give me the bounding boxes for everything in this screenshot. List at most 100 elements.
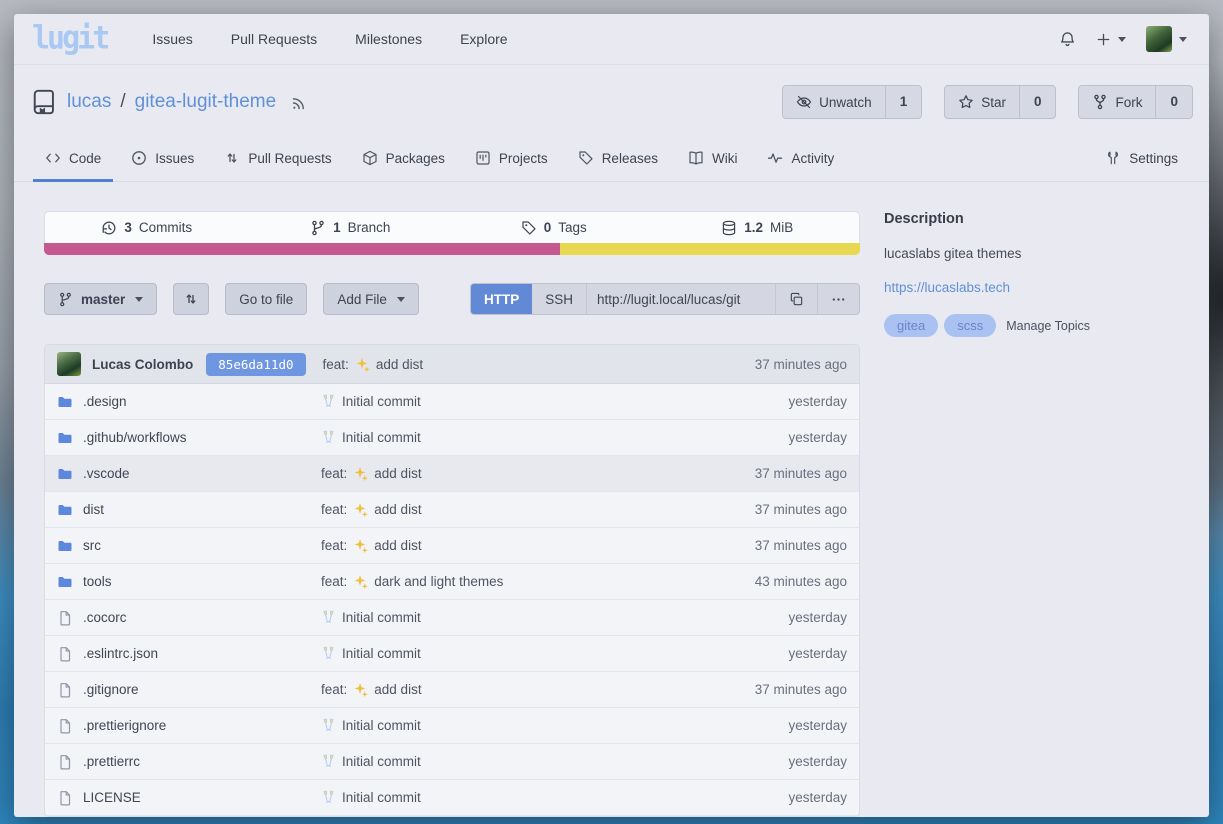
file-commit-message[interactable]: Initial commit [321,754,421,769]
code-icon [45,150,61,166]
copy-url-button[interactable] [775,284,817,314]
commit-message-prefix: feat: [321,466,347,481]
file-name-link[interactable]: .vscode [83,466,321,481]
watch-count[interactable]: 1 [886,86,922,118]
tab-projects[interactable]: Projects [460,135,563,181]
history-icon [101,220,117,236]
folder-icon [57,502,73,518]
file-commit-message[interactable]: Initial commit [321,790,421,805]
nav-item-pull-requests[interactable]: Pull Requests [212,31,336,47]
nav-item-explore[interactable]: Explore [441,31,526,47]
repo-sidebar: Description lucaslabs gitea themes https… [884,211,1193,817]
file-name-link[interactable]: .prettierrc [83,754,321,769]
file-name-link[interactable]: src [83,538,321,553]
fork-button[interactable]: Fork 0 [1078,85,1193,119]
file-commit-time: 37 minutes ago [755,466,847,481]
commit-author-avatar[interactable] [57,352,81,376]
add-file-label: Add File [337,292,387,307]
clone-more-button[interactable] [817,284,859,314]
file-commit-time: 37 minutes ago [755,538,847,553]
commit-message[interactable]: feat: add dist [323,357,424,372]
file-name-link[interactable]: tools [83,574,321,589]
create-new-button[interactable] [1090,26,1132,53]
clone-http-button[interactable]: HTTP [471,284,532,314]
language-segment[interactable] [560,243,860,255]
repo-toolbar: master Go to file Add File HTTP [44,283,860,315]
commit-message-text: add dist [374,466,421,481]
star-button[interactable]: Star 0 [944,85,1056,119]
file-name-link[interactable]: .cocorc [83,610,321,625]
repo-owner-link[interactable]: lucas [67,91,111,113]
commit-hash-badge[interactable]: 85e6da11d0 [206,353,305,376]
file-commit-message[interactable]: Initial commit [321,646,421,661]
file-name-link[interactable]: .prettierignore [83,718,321,733]
stat-branches[interactable]: 1 Branch [249,220,453,236]
branch-selector[interactable]: master [44,283,157,315]
file-table: Lucas Colombo 85e6da11d0 feat: add dist … [44,344,860,817]
file-name-link[interactable]: .github/workflows [83,430,321,445]
file-commit-message[interactable]: feat: add dist [321,466,422,481]
compare-button[interactable] [173,283,209,315]
stat-size[interactable]: 1.2 MiB [656,220,860,236]
star-label: Star [981,95,1006,110]
tab-releases[interactable]: Releases [563,135,673,181]
fork-count[interactable]: 0 [1156,86,1192,118]
stat-commits[interactable]: 3 Commits [45,220,249,236]
user-menu-button[interactable] [1140,20,1193,58]
file-commit-message[interactable]: feat: add dist [321,538,422,553]
file-commit-time: yesterday [788,430,847,445]
file-commit-message[interactable]: feat: add dist [321,502,422,517]
file-commit-message[interactable]: feat: dark and light themes [321,574,503,589]
file-name-link[interactable]: LICENSE [83,790,321,805]
file-name-link[interactable]: .eslintrc.json [83,646,321,661]
language-bar[interactable] [44,243,860,255]
file-commit-message[interactable]: Initial commit [321,718,421,733]
commit-message-prefix: feat: [323,357,349,372]
commit-message-prefix: feat: [321,574,347,589]
toast-icon [321,754,336,769]
repo-name-link[interactable]: gitea-lugit-theme [135,91,277,113]
file-commit-message[interactable]: Initial commit [321,430,421,445]
language-segment[interactable] [44,243,560,255]
bell-icon [1059,31,1076,48]
commit-author-name[interactable]: Lucas Colombo [92,357,193,372]
clone-ssh-button[interactable]: SSH [532,284,587,314]
unwatch-label: Unwatch [819,95,872,110]
topic-pill[interactable]: scss [944,314,996,337]
file-row: .design Initial commit yesterday [45,384,859,420]
eye-slash-icon [796,94,812,110]
file-name-link[interactable]: dist [83,502,321,517]
file-commit-message[interactable]: feat: add dist [321,682,422,697]
star-count[interactable]: 0 [1020,86,1056,118]
tab-pull-requests[interactable]: Pull Requests [209,135,346,181]
rss-icon[interactable] [291,94,308,111]
file-commit-message[interactable]: Initial commit [321,610,421,625]
manage-topics-link[interactable]: Manage Topics [1006,319,1090,333]
sparkles-icon [353,466,368,481]
tab-activity[interactable]: Activity [752,135,849,181]
file-commit-message[interactable]: Initial commit [321,394,421,409]
repo-website-link[interactable]: https://lucaslabs.tech [884,280,1193,295]
go-to-file-button[interactable]: Go to file [225,283,307,315]
tab-code[interactable]: Code [30,135,116,181]
toast-icon [321,718,336,733]
nav-item-milestones[interactable]: Milestones [336,31,441,47]
topic-pill[interactable]: gitea [884,314,938,337]
stat-label: Tags [558,220,587,235]
file-name-link[interactable]: .design [83,394,321,409]
tab-issues[interactable]: Issues [116,135,209,181]
commit-message-text: add dist [374,502,421,517]
tab-wiki[interactable]: Wiki [673,135,753,181]
compare-icon [183,291,199,307]
clone-url-input[interactable] [587,284,775,314]
sparkles-icon [353,538,368,553]
notifications-button[interactable] [1053,25,1082,54]
tab-packages[interactable]: Packages [347,135,460,181]
unwatch-button[interactable]: Unwatch 1 [782,85,922,119]
logo[interactable]: lugit [32,23,107,55]
tab-settings[interactable]: Settings [1090,135,1193,181]
file-name-link[interactable]: .gitignore [83,682,321,697]
stat-tags[interactable]: 0 Tags [452,220,656,236]
nav-item-issues[interactable]: Issues [133,31,211,47]
add-file-button[interactable]: Add File [323,283,419,315]
